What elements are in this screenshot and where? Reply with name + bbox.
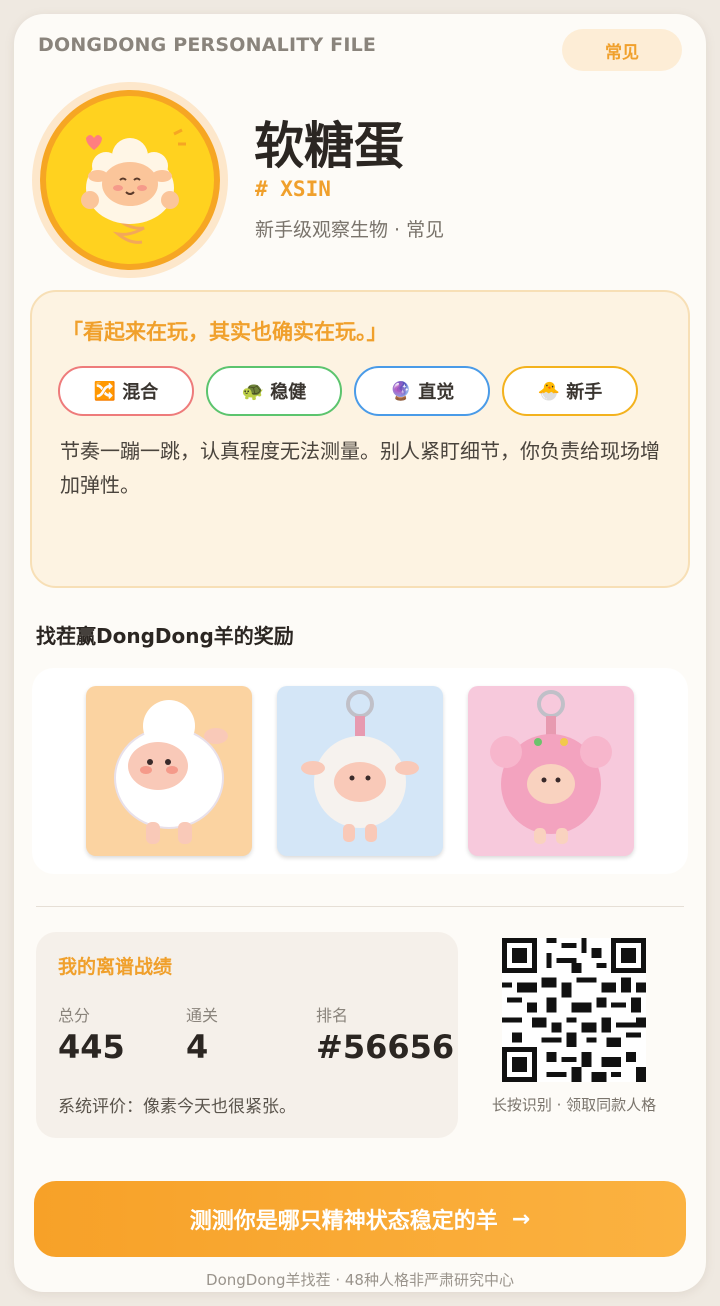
reward-plush-sheep[interactable] [86,686,252,856]
reward-keychain-pink[interactable] [468,686,634,856]
tag-label: 稳健 [270,382,307,403]
score-label: 总分 [58,1006,91,1025]
tag-mixed[interactable]: 🔀 混合 [58,366,194,416]
rewards-gallery [32,668,688,874]
system-rating: 系统评价：像素今天也很紧张。 [58,1097,296,1117]
stats-panel: 我的离谱战绩 总分 445 通关 4 排名 #56656 系统评价：像素今天也很… [36,932,458,1138]
qr-caption: 长按识别 · 领取同款人格 [491,1096,657,1114]
tag-novice[interactable]: 🐣 新手 [502,366,638,416]
rewards-title: 找茬赢DongDong羊的奖励 [36,624,294,648]
file-title: DONGDONG PERSONALITY FILE [38,34,377,56]
rank-value: #56656 [316,1028,455,1066]
quote-card: 「看起来在玩，其实也确实在玩。」 🔀 混合 🐢 稳健 🔮 直觉 🐣 新手 节奏一… [30,290,690,588]
crystal-ball-icon: 🔮 [389,380,413,402]
tag-label: 混合 [122,382,159,403]
score-value: 445 [58,1028,125,1066]
tag-label: 新手 [566,382,603,403]
footer-text: DongDong羊找茬 · 48种人格非严肃研究中心 [206,1271,514,1289]
clears-label: 通关 [186,1006,219,1025]
take-quiz-button[interactable]: 测测你是哪只精神状态稳定的羊 → [34,1181,686,1257]
stats-title: 我的离谱战绩 [58,956,173,978]
rarity-badge[interactable]: 常见 [562,29,682,71]
reward-keychain-white[interactable] [277,686,443,856]
persona-quote: 「看起来在玩，其实也确实在玩。」 [62,320,388,344]
tag-steady[interactable]: 🐢 稳健 [206,366,342,416]
qr-code[interactable] [502,938,646,1082]
rank-label: 排名 [316,1006,349,1025]
cta-label: 测测你是哪只精神状态稳定的羊 [189,1209,498,1234]
tag-intuition[interactable]: 🔮 直觉 [354,366,490,416]
persona-name: 软糖蛋 [254,117,404,175]
turtle-icon: 🐢 [241,380,265,402]
arrow-right-icon: → [511,1206,531,1232]
section-divider [36,906,684,907]
sheep-avatar-illustration [46,96,214,264]
persona-subtitle: 新手级观察生物 · 常见 [255,219,445,241]
clears-value: 4 [186,1028,209,1066]
persona-description: 节奏一蹦一跳，认真程度无法测量。别人紧盯细节，你负责给现场增加弹性。 [60,439,660,497]
hatching-chick-icon: 🐣 [537,380,561,402]
persona-code: # XSIN [255,177,331,201]
shuffle-icon: 🔀 [93,380,117,402]
tag-label: 直觉 [418,382,455,403]
personality-card: DONGDONG PERSONALITY FILE 常见 软糖蛋 # XSIN … [14,14,706,1292]
avatar [32,82,228,278]
